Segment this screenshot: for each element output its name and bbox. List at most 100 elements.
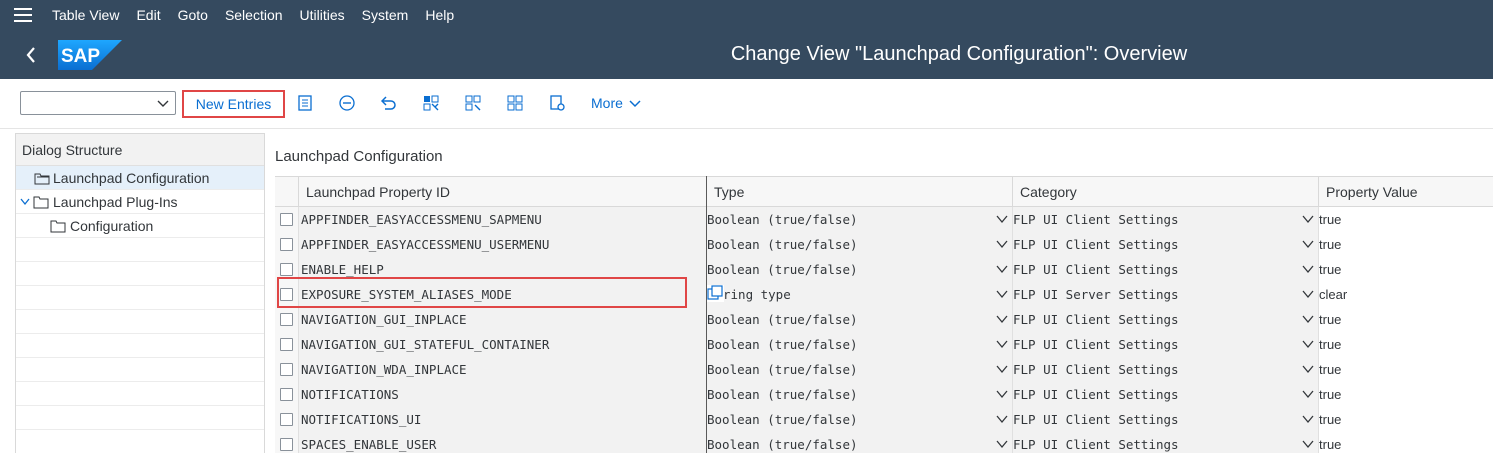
column-header-property-value[interactable]: Property Value [1319, 177, 1493, 207]
tree-item-launchpad-plug-ins[interactable]: Launchpad Plug-Ins [16, 190, 264, 214]
type-cell[interactable]: Boolean (true/false) [707, 207, 1013, 232]
menu-help[interactable]: Help [419, 0, 465, 30]
property-id-cell[interactable]: APPFINDER_EASYACCESSMENU_USERMENU [299, 232, 707, 257]
category-cell[interactable]: FLP UI Client Settings [1013, 207, 1319, 232]
chevron-down-icon[interactable] [1302, 215, 1314, 224]
category-cell[interactable]: FLP UI Client Settings [1013, 257, 1319, 282]
select-all-header[interactable] [275, 177, 299, 207]
row-selector[interactable] [275, 432, 299, 453]
row-selector[interactable] [275, 232, 299, 257]
chevron-down-icon[interactable] [996, 340, 1008, 349]
table-row[interactable]: ENABLE_HELP Boolean (true/false) FLP UI Cl… [275, 257, 1493, 282]
chevron-down-icon[interactable] [1302, 340, 1314, 349]
category-cell[interactable]: FLP UI Client Settings [1013, 407, 1319, 432]
table-row[interactable]: EXPOSURE_SYSTEM_ALIASES_MODE ring type FLP… [275, 282, 1493, 307]
new-entries-button[interactable]: New Entries [182, 90, 285, 118]
column-header-type[interactable]: Type [707, 177, 1013, 207]
config-icon[interactable] [546, 92, 568, 114]
row-selector[interactable] [275, 282, 299, 307]
row-checkbox[interactable] [280, 363, 293, 376]
property-id-cell[interactable]: NAVIGATION_WDA_INPLACE [299, 357, 707, 382]
type-cell[interactable]: Boolean (true/false) [707, 257, 1013, 282]
row-checkbox[interactable] [280, 413, 293, 426]
category-cell[interactable]: FLP UI Client Settings [1013, 232, 1319, 257]
column-resize-divider[interactable] [706, 176, 707, 453]
chevron-down-icon[interactable] [1302, 365, 1314, 374]
property-id-cell[interactable]: NOTIFICATIONS [299, 382, 707, 407]
table-row[interactable]: NOTIFICATIONS_UI Boolean (true/false) FLP … [275, 407, 1493, 432]
type-cell[interactable]: Boolean (true/false) [707, 432, 1013, 453]
select-all-icon[interactable] [420, 92, 442, 114]
more-button[interactable]: More [591, 92, 641, 114]
property-value-cell[interactable]: true [1319, 432, 1493, 453]
chevron-down-icon[interactable] [996, 440, 1008, 449]
type-cell[interactable]: Boolean (true/false) [707, 307, 1013, 332]
chevron-down-icon[interactable] [996, 315, 1008, 324]
chevron-down-icon[interactable] [996, 240, 1008, 249]
table-row[interactable]: APPFINDER_EASYACCESSMENU_USERMENU Boolean… [275, 232, 1493, 257]
row-selector[interactable] [275, 307, 299, 332]
chevron-down-icon[interactable] [1302, 290, 1314, 299]
deselect-all-icon[interactable] [504, 92, 526, 114]
chevron-down-icon[interactable] [20, 198, 30, 206]
row-checkbox[interactable] [280, 388, 293, 401]
property-id-cell[interactable]: APPFINDER_EASYACCESSMENU_SAPMENU [299, 207, 707, 232]
command-field[interactable] [20, 91, 176, 115]
chevron-down-icon[interactable] [996, 415, 1008, 424]
type-cell[interactable]: Boolean (true/false) [707, 407, 1013, 432]
property-value-cell[interactable]: true [1319, 357, 1493, 382]
chevron-down-icon[interactable] [996, 365, 1008, 374]
row-selector[interactable] [275, 257, 299, 282]
type-cell[interactable]: Boolean (true/false) [707, 357, 1013, 382]
row-checkbox[interactable] [280, 263, 293, 276]
category-cell[interactable]: FLP UI Client Settings [1013, 357, 1319, 382]
row-selector[interactable] [275, 357, 299, 382]
property-value-cell[interactable]: clear [1319, 282, 1493, 307]
property-id-cell[interactable]: NOTIFICATIONS_UI [299, 407, 707, 432]
property-value-cell[interactable]: true [1319, 257, 1493, 282]
chevron-down-icon[interactable] [996, 215, 1008, 224]
category-cell[interactable]: FLP UI Client Settings [1013, 307, 1319, 332]
back-icon[interactable] [18, 42, 44, 68]
property-value-cell[interactable]: true [1319, 407, 1493, 432]
table-row[interactable]: NAVIGATION_GUI_INPLACE Boolean (true/fals… [275, 307, 1493, 332]
category-cell[interactable]: FLP UI Client Settings [1013, 382, 1319, 407]
chevron-down-icon[interactable] [996, 390, 1008, 399]
row-checkbox[interactable] [280, 313, 293, 326]
category-cell[interactable]: FLP UI Server Settings [1013, 282, 1319, 307]
property-id-cell[interactable]: ENABLE_HELP [299, 257, 707, 282]
row-checkbox[interactable] [280, 213, 293, 226]
tree-item-configuration[interactable]: Configuration [16, 214, 264, 238]
row-checkbox[interactable] [280, 238, 293, 251]
property-id-cell[interactable]: EXPOSURE_SYSTEM_ALIASES_MODE [299, 282, 707, 307]
table-row[interactable]: NAVIGATION_GUI_STATEFUL_CONTAINER Boolean… [275, 332, 1493, 357]
property-value-cell[interactable]: true [1319, 232, 1493, 257]
menu-utilities[interactable]: Utilities [294, 0, 356, 30]
table-row[interactable]: NOTIFICATIONS Boolean (true/false) FLP UI … [275, 382, 1493, 407]
chevron-down-icon[interactable] [1302, 265, 1314, 274]
chevron-down-icon[interactable] [1302, 440, 1314, 449]
copy-icon[interactable] [707, 285, 724, 302]
table-row[interactable]: SPACES_ENABLE_USER Boolean (true/false) FL… [275, 432, 1493, 453]
type-cell[interactable]: Boolean (true/false) [707, 232, 1013, 257]
select-block-icon[interactable] [462, 92, 484, 114]
chevron-down-icon[interactable] [1302, 315, 1314, 324]
column-header-category[interactable]: Category [1013, 177, 1319, 207]
undo-icon[interactable] [378, 92, 400, 114]
hamburger-menu-icon[interactable] [0, 0, 46, 30]
table-row[interactable]: APPFINDER_EASYACCESSMENU_SAPMENU Boolean … [275, 207, 1493, 232]
row-selector[interactable] [275, 332, 299, 357]
chevron-down-icon[interactable] [1302, 415, 1314, 424]
details-icon[interactable] [294, 92, 316, 114]
type-cell[interactable]: Boolean (true/false) [707, 382, 1013, 407]
chevron-down-icon[interactable] [996, 265, 1008, 274]
property-id-cell[interactable]: NAVIGATION_GUI_STATEFUL_CONTAINER [299, 332, 707, 357]
type-cell[interactable]: ring type [707, 282, 1013, 307]
tree-item-launchpad-configuration[interactable]: Launchpad Configuration [16, 166, 264, 190]
property-value-cell[interactable]: true [1319, 382, 1493, 407]
row-selector[interactable] [275, 407, 299, 432]
category-cell[interactable]: FLP UI Client Settings [1013, 332, 1319, 357]
row-checkbox[interactable] [280, 288, 293, 301]
chevron-down-icon[interactable] [996, 290, 1008, 299]
chevron-down-icon[interactable] [1302, 240, 1314, 249]
